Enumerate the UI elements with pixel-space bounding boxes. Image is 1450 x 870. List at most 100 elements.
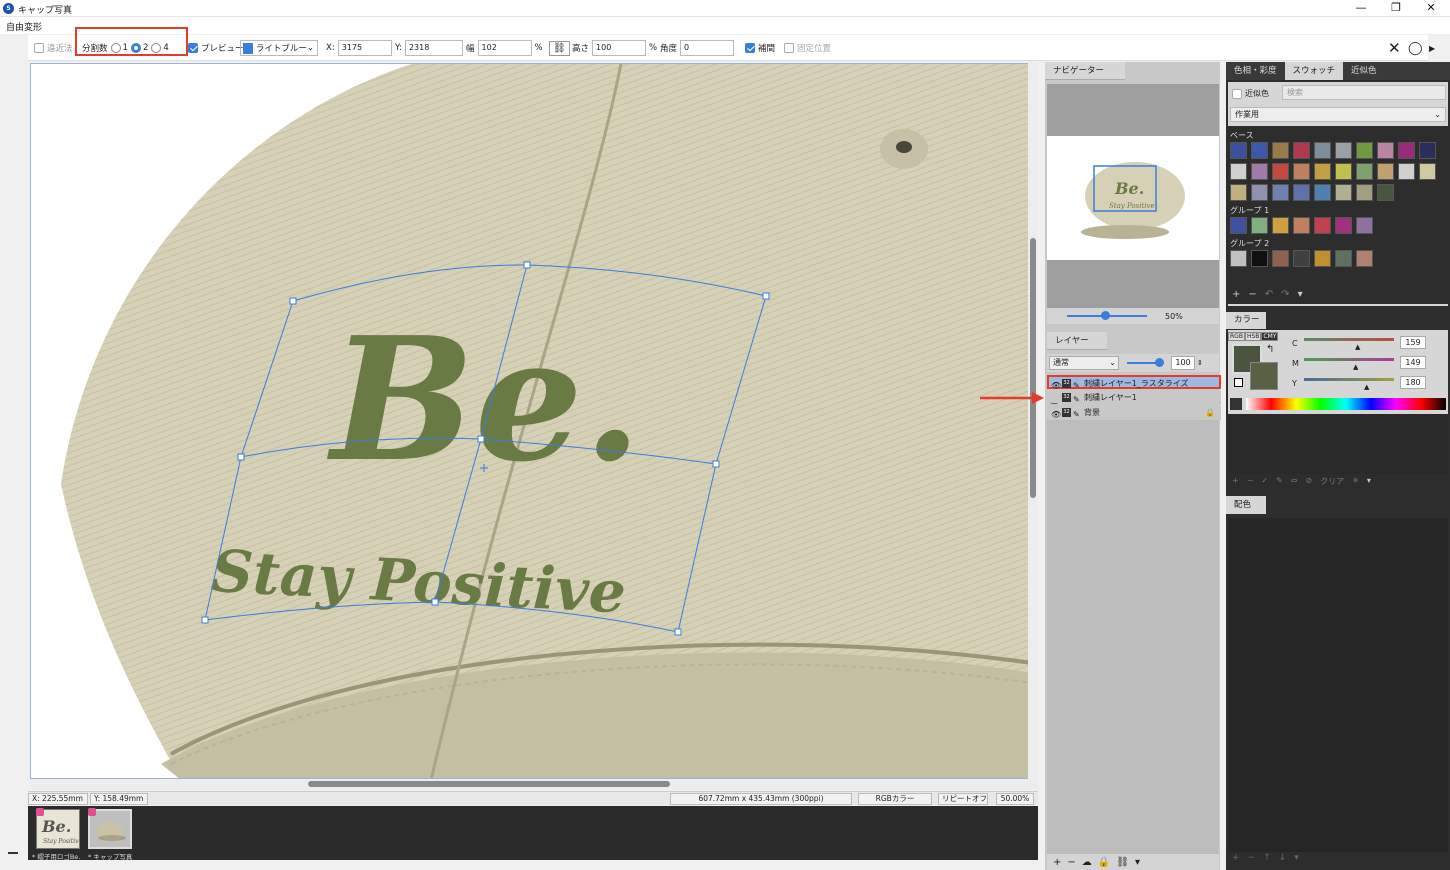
channel-y-input[interactable]: 180 (1400, 376, 1426, 389)
link-icon[interactable]: ⛓ (1116, 857, 1129, 868)
mesh-handle[interactable] (237, 453, 245, 461)
color-menu-icon[interactable]: ▾ (1367, 476, 1371, 487)
cancel-button[interactable]: ✕ (1388, 35, 1401, 61)
color-swatch[interactable] (1272, 142, 1289, 159)
swap-colors-icon[interactable]: ↰ (1266, 344, 1274, 355)
remove-color-button[interactable]: − (1247, 476, 1254, 487)
navigator-tab[interactable]: ナビゲーター (1045, 62, 1125, 80)
model-rgb[interactable]: RGB (1228, 332, 1245, 341)
palette-menu-icon[interactable]: ▾ (1294, 853, 1299, 863)
eye-icon[interactable]: 👁 (1051, 408, 1061, 419)
undo-icon[interactable]: ↶ (1265, 289, 1273, 300)
mesh-handle[interactable] (762, 292, 770, 300)
repeat-mode[interactable]: リピートオフ (938, 793, 988, 805)
canvas[interactable]: Be. Stay Positive (30, 63, 1038, 779)
slider-thumb-icon[interactable]: ▲ (1355, 343, 1360, 351)
height-input[interactable]: 100 (592, 40, 647, 56)
perspective-option[interactable]: 遠近法 (34, 35, 73, 61)
color-swatch[interactable] (1335, 217, 1352, 234)
div-radio-1[interactable] (110, 43, 121, 53)
color-swatch[interactable] (1356, 184, 1373, 201)
minimize-button[interactable]: — (1352, 1, 1370, 15)
add-color-button[interactable]: + (1232, 476, 1239, 487)
add-swatch-button[interactable]: + (1232, 289, 1240, 300)
mesh-handle[interactable] (674, 628, 682, 636)
color-swatch[interactable] (1293, 184, 1310, 201)
zoom-level[interactable]: 50.00% (996, 793, 1034, 805)
blend-mode-select[interactable]: 通常 ⌄ (1049, 356, 1119, 370)
color-select[interactable]: ライトブルー ⌄ (240, 35, 318, 61)
layers-tab[interactable]: レイヤー (1047, 332, 1107, 350)
vertical-scrollbar[interactable] (1028, 63, 1038, 779)
color-swatch[interactable] (1398, 142, 1415, 159)
color-swatch[interactable] (1419, 142, 1436, 159)
color-swatch[interactable] (1230, 184, 1247, 201)
add-palette-button[interactable]: + (1232, 853, 1240, 863)
vertical-scroll-thumb[interactable] (1030, 238, 1036, 498)
cloud-icon[interactable]: ☁ (1082, 857, 1092, 868)
layer-row-rasterized[interactable]: 👁 32 ✎ 刺繍レイヤー1_ラスタライズ (1047, 375, 1221, 390)
model-cmy[interactable]: CMY (1261, 332, 1279, 341)
opacity-input[interactable]: 100 (1171, 356, 1195, 370)
mesh-handle[interactable] (712, 460, 720, 468)
perspective-checkbox[interactable] (34, 43, 44, 53)
color-swatch[interactable] (1335, 250, 1352, 267)
delete-layer-button[interactable]: − (1067, 857, 1075, 868)
color-swatch[interactable] (1377, 142, 1394, 159)
color-swatch[interactable] (1251, 163, 1268, 180)
mesh-handle[interactable] (477, 435, 485, 443)
color-swatch[interactable] (1230, 163, 1247, 180)
eye-closed-icon[interactable]: ‿ (1051, 393, 1060, 404)
ok-button[interactable]: ◯ (1408, 35, 1423, 61)
check-icon[interactable]: ✓ (1261, 476, 1268, 487)
eye-icon[interactable]: 👁 (1051, 379, 1061, 390)
color-swatch[interactable] (1293, 217, 1310, 234)
pencil-icon[interactable]: ✎ (1276, 476, 1283, 487)
remove-palette-button[interactable]: − (1248, 853, 1256, 863)
lock-icon[interactable]: 🔒 (1098, 857, 1110, 868)
link-icon[interactable]: ⛓ (549, 35, 570, 61)
layer-lock-icon[interactable]: 🔒 (1205, 406, 1215, 420)
close-button[interactable]: ✕ (1422, 1, 1440, 15)
palette-tab[interactable]: 配色 (1226, 496, 1266, 514)
color-swatch[interactable] (1272, 250, 1289, 267)
color-swatch[interactable] (1314, 217, 1331, 234)
mesh-handle[interactable] (431, 598, 439, 606)
tab-hue-saturation[interactable]: 色相・彩度 (1226, 62, 1285, 80)
menu-free-transform[interactable]: 自由変形 (6, 20, 42, 33)
preview-option[interactable]: プレビュー (188, 35, 244, 61)
tab-swatches[interactable]: スウォッチ (1284, 62, 1344, 80)
y-input[interactable]: 2318 (404, 40, 463, 56)
move-up-icon[interactable]: ↑ (1263, 853, 1271, 863)
mesh-handle[interactable] (201, 616, 209, 624)
div-radio-4[interactable] (151, 43, 162, 53)
color-swatch[interactable] (1293, 142, 1310, 159)
background-color[interactable] (1250, 362, 1278, 390)
move-down-icon[interactable]: ↓ (1279, 853, 1287, 863)
channel-m-input[interactable]: 149 (1400, 356, 1426, 369)
channel-c-input[interactable]: 159 (1400, 336, 1426, 349)
color-swatch[interactable] (1335, 184, 1352, 201)
tab-near-color[interactable]: 近似色 (1343, 62, 1385, 80)
color-swatch[interactable] (1377, 184, 1394, 201)
channel-y-slider[interactable] (1304, 378, 1394, 381)
color-swatch[interactable] (1230, 142, 1247, 159)
redo-icon[interactable]: ↷ (1281, 289, 1289, 300)
opacity-stepper[interactable]: ⇕ (1197, 359, 1203, 367)
color-swatch[interactable] (1356, 142, 1373, 159)
angle-input[interactable]: 0 (680, 40, 735, 56)
horizontal-scroll-thumb[interactable] (308, 781, 670, 787)
color-swatch[interactable] (1314, 184, 1331, 201)
clear-button[interactable]: クリア (1320, 476, 1344, 487)
collapse-icon[interactable] (8, 852, 18, 854)
swatch-menu-icon[interactable]: ▾ (1298, 289, 1303, 300)
color-swatch[interactable] (1293, 250, 1310, 267)
color-swatch[interactable] (1356, 217, 1373, 234)
color-swatch[interactable] (1314, 250, 1331, 267)
horizontal-scrollbar[interactable] (30, 779, 1038, 789)
mesh-handle[interactable] (523, 261, 531, 269)
preview-checkbox[interactable] (188, 43, 198, 53)
color-swatch[interactable] (1230, 217, 1247, 234)
opacity-slider[interactable] (1127, 358, 1164, 367)
fixed-position-checkbox[interactable] (784, 43, 794, 53)
